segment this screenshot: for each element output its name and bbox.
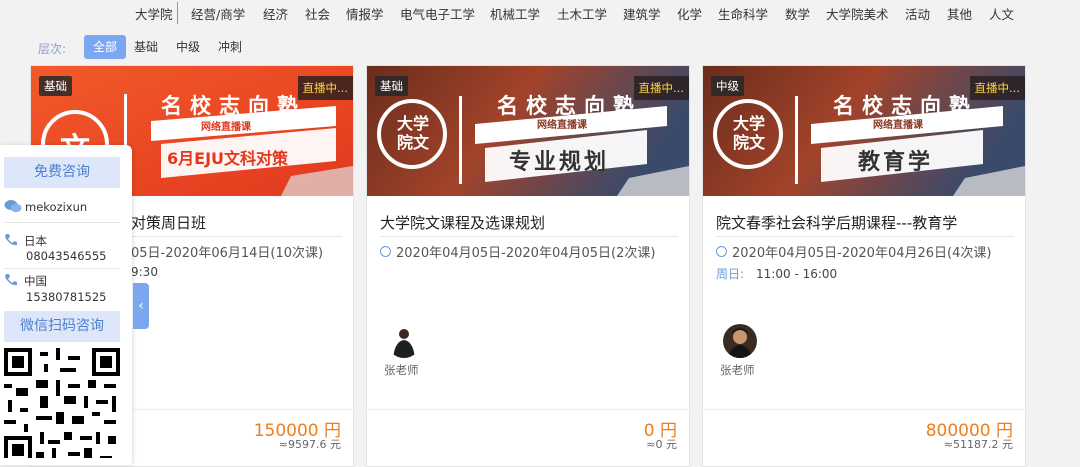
course-banner[interactable]: 大学院文 名校志向塾 网络直播课 教育学 中级 直播中... [703,66,1025,196]
category-item[interactable]: 电气电子工学 [400,4,475,23]
teacher-avatar[interactable] [723,324,757,358]
live-tag: 直播中... [969,76,1025,100]
category-item[interactable]: 机械工学 [490,4,540,23]
course-banner[interactable]: 大学院文 名校志向塾 网络直播课 专业规划 基础 直播中... [367,66,689,196]
course-schedule: 周日: 11:00 - 16:00 [716,267,838,281]
banner-subtitle: 网络直播课 [201,122,251,133]
category-item[interactable]: 其他 [947,4,972,23]
banner-course-text: 专业规划 [509,150,610,175]
category-item[interactable]: 生命科学 [718,4,768,23]
level-intermediate[interactable]: 中级 [170,35,206,59]
category-divider [177,2,178,24]
divider [703,409,1025,410]
course-dates: 2020年04月05日-2020年04月05日(2次课) [380,242,655,261]
divider [4,268,120,269]
category-item[interactable]: 活动 [905,4,930,23]
teacher-name: 张老师 [720,363,755,377]
price-rmb: ≈51187.2 元 [943,438,1013,451]
person-icon [723,324,757,358]
china-phone[interactable]: 15380781525 [26,290,106,304]
china-contact[interactable]: 中国 [4,273,47,289]
live-tag: 直播中... [633,76,689,100]
category-item[interactable]: 社会 [305,4,330,23]
category-item[interactable]: 经济 [263,4,288,23]
wechat-icon [4,200,22,213]
banner-badge: 大学院文 [732,114,765,152]
divider [716,236,1014,237]
japan-contact[interactable]: 日本 [4,233,47,249]
clock-icon [380,246,391,257]
level-tag: 基础 [39,76,72,96]
person-icon [387,324,421,358]
qr-code [4,348,120,458]
course-schedule: 9:30 [131,265,158,279]
course-card[interactable]: 大学院文 名校志向塾 网络直播课 教育学 中级 直播中... 院文春季社会科学后… [702,65,1026,467]
course-title[interactable]: 对策周日班 [131,212,206,233]
divider [367,409,689,410]
clock-icon [716,246,727,257]
divider [4,222,120,223]
consult-panel: 免费咨询 mekozixun 日本 08043546555 中国 1538078… [0,145,132,465]
teacher-avatar[interactable] [387,324,421,358]
category-item[interactable]: 化学 [677,4,702,23]
live-tag: 直播中... [297,76,353,100]
category-bar: 大学院 经营/商学 经济 社会 情报学 电气电子工学 机械工学 土木工学 建筑学… [0,0,1080,28]
course-title[interactable]: 院文春季社会科学后期课程---教育学 [716,212,957,233]
category-item[interactable]: 情报学 [346,4,384,23]
japan-phone[interactable]: 08043546555 [26,249,106,263]
category-item[interactable]: 人文 [989,4,1014,23]
banner-badge: 大学院文 [396,114,429,152]
price-rmb: ≈9597.6 元 [278,438,341,451]
price-rmb: ≈0 元 [646,438,677,451]
qr-code-icon [4,348,120,458]
free-consult-title[interactable]: 免费咨询 [4,157,120,188]
course-dates: 05日-2020年06月14日(10次课) [131,246,324,261]
level-basic[interactable]: 基础 [128,35,164,59]
category-item[interactable]: 大学院美术 [826,4,889,23]
level-filter: 层次: 全部 基础 中级 冲刺 [0,34,400,60]
category-item[interactable]: 经营/商学 [191,4,245,23]
category-item[interactable]: 土木工学 [557,4,607,23]
category-item[interactable]: 建筑学 [623,4,661,23]
wechat-qr-title: 微信扫码咨询 [4,311,120,342]
banner-course-text: 教育学 [858,150,934,175]
course-card[interactable]: 大学院文 名校志向塾 网络直播课 专业规划 基础 直播中... 大学院文课程及选… [366,65,690,467]
phone-icon [5,274,17,286]
collapse-panel-button[interactable]: ‹ [133,283,149,329]
banner-brand: 名校志向塾 [161,94,306,118]
level-tag: 中级 [711,76,744,96]
course-dates: 2020年04月05日-2020年04月26日(4次课) [716,242,991,261]
divider [380,236,678,237]
category-item[interactable]: 大学院 [135,4,173,23]
wechat-id[interactable]: mekozixun [4,199,87,214]
level-label: 层次: [38,42,67,56]
level-tag: 基础 [375,76,408,96]
teacher-name: 张老师 [384,363,419,377]
banner-subtitle: 网络直播课 [873,120,923,131]
level-all[interactable]: 全部 [84,35,126,59]
course-title[interactable]: 大学院文课程及选课规划 [380,212,545,233]
banner-subtitle: 网络直播课 [537,120,587,131]
category-item[interactable]: 数学 [785,4,810,23]
phone-icon [5,234,17,246]
level-sprint[interactable]: 冲刺 [212,35,248,59]
banner-course-text: 6月EJU文科对策 [167,149,289,168]
